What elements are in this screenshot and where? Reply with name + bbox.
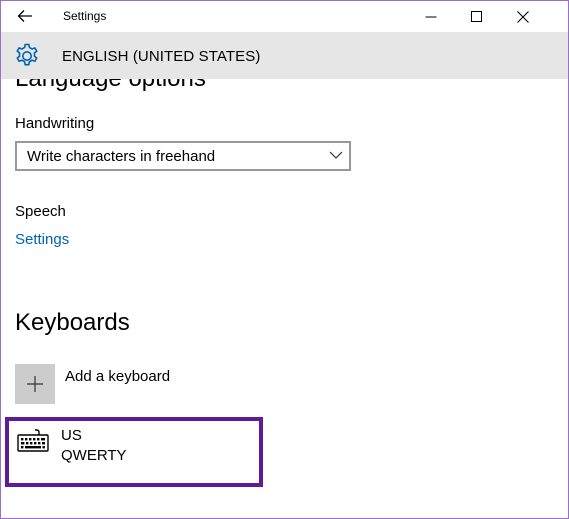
page-header: ENGLISH (UNITED STATES) xyxy=(1,32,568,79)
handwriting-label: Handwriting xyxy=(15,115,95,132)
minimize-icon xyxy=(425,16,437,17)
maximize-button[interactable] xyxy=(454,1,500,32)
keyboards-heading: Keyboards xyxy=(15,309,130,336)
keyboard-icon xyxy=(17,429,49,452)
back-arrow-icon xyxy=(17,10,32,22)
close-icon xyxy=(517,10,529,23)
close-button[interactable] xyxy=(500,1,546,32)
settings-window: Settings ENGLISH (UNITED STATES) Handwri… xyxy=(0,0,569,519)
add-keyboard-label: Add a keyboard xyxy=(65,368,171,385)
handwriting-dropdown-value: Write characters in freehand xyxy=(27,148,216,165)
handwriting-dropdown[interactable]: Write characters in freehand xyxy=(15,141,351,171)
chevron-down-icon xyxy=(329,151,343,159)
add-keyboard-tile[interactable] xyxy=(15,364,55,404)
speech-settings-link[interactable]: Settings xyxy=(15,231,69,248)
gear-icon xyxy=(16,43,38,66)
plus-icon xyxy=(27,376,43,392)
keyboard-name: US xyxy=(61,427,82,444)
keyboard-item-us[interactable]: US QWERTY xyxy=(5,417,263,487)
page-title: ENGLISH (UNITED STATES) xyxy=(62,48,261,65)
keyboard-layout: QWERTY xyxy=(61,447,127,464)
add-keyboard-button[interactable]: Add a keyboard xyxy=(15,364,415,406)
maximize-icon xyxy=(471,10,482,22)
content-area[interactable]: Language options Handwriting Write chara… xyxy=(1,79,568,518)
back-button[interactable] xyxy=(9,4,41,28)
language-options-heading: Language options xyxy=(15,79,206,93)
speech-label: Speech xyxy=(15,203,66,220)
minimize-button[interactable] xyxy=(408,1,454,32)
window-title: Settings xyxy=(63,9,107,23)
title-bar: Settings xyxy=(1,1,568,32)
